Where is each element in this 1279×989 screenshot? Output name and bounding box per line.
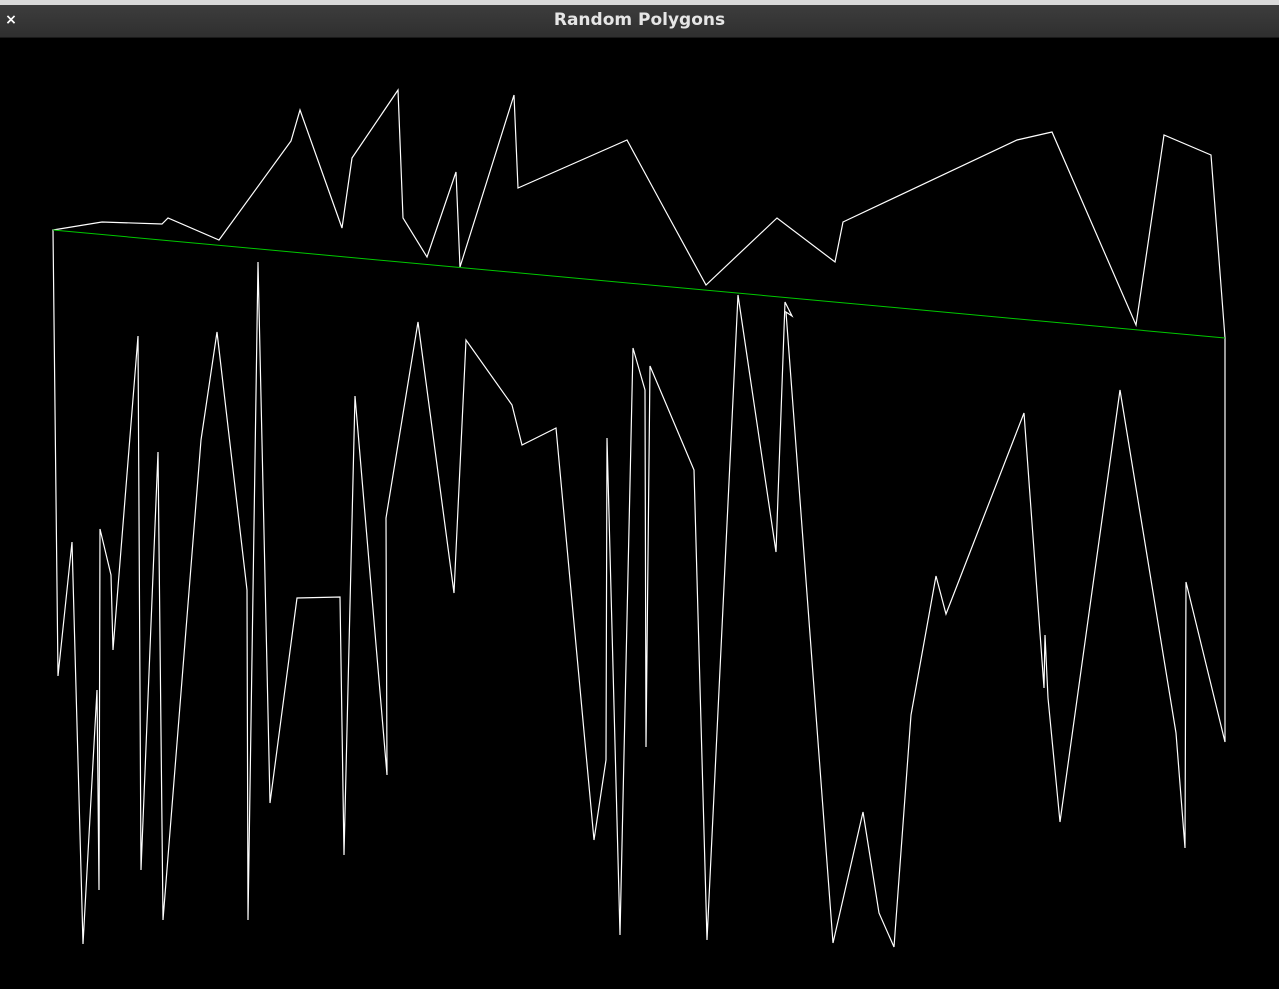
guide-line [52, 229, 1226, 339]
drawing-canvas [0, 38, 1279, 989]
random-polygon [52, 88, 1226, 948]
window-title: Random Polygons [553, 10, 726, 30]
polygon-drawing [52, 88, 1226, 948]
title-bar[interactable]: × Random Polygons [0, 0, 1279, 38]
title-bar-top-edge [0, 0, 1279, 5]
close-button[interactable]: × [2, 9, 20, 31]
app-window: × Random Polygons [0, 0, 1279, 989]
